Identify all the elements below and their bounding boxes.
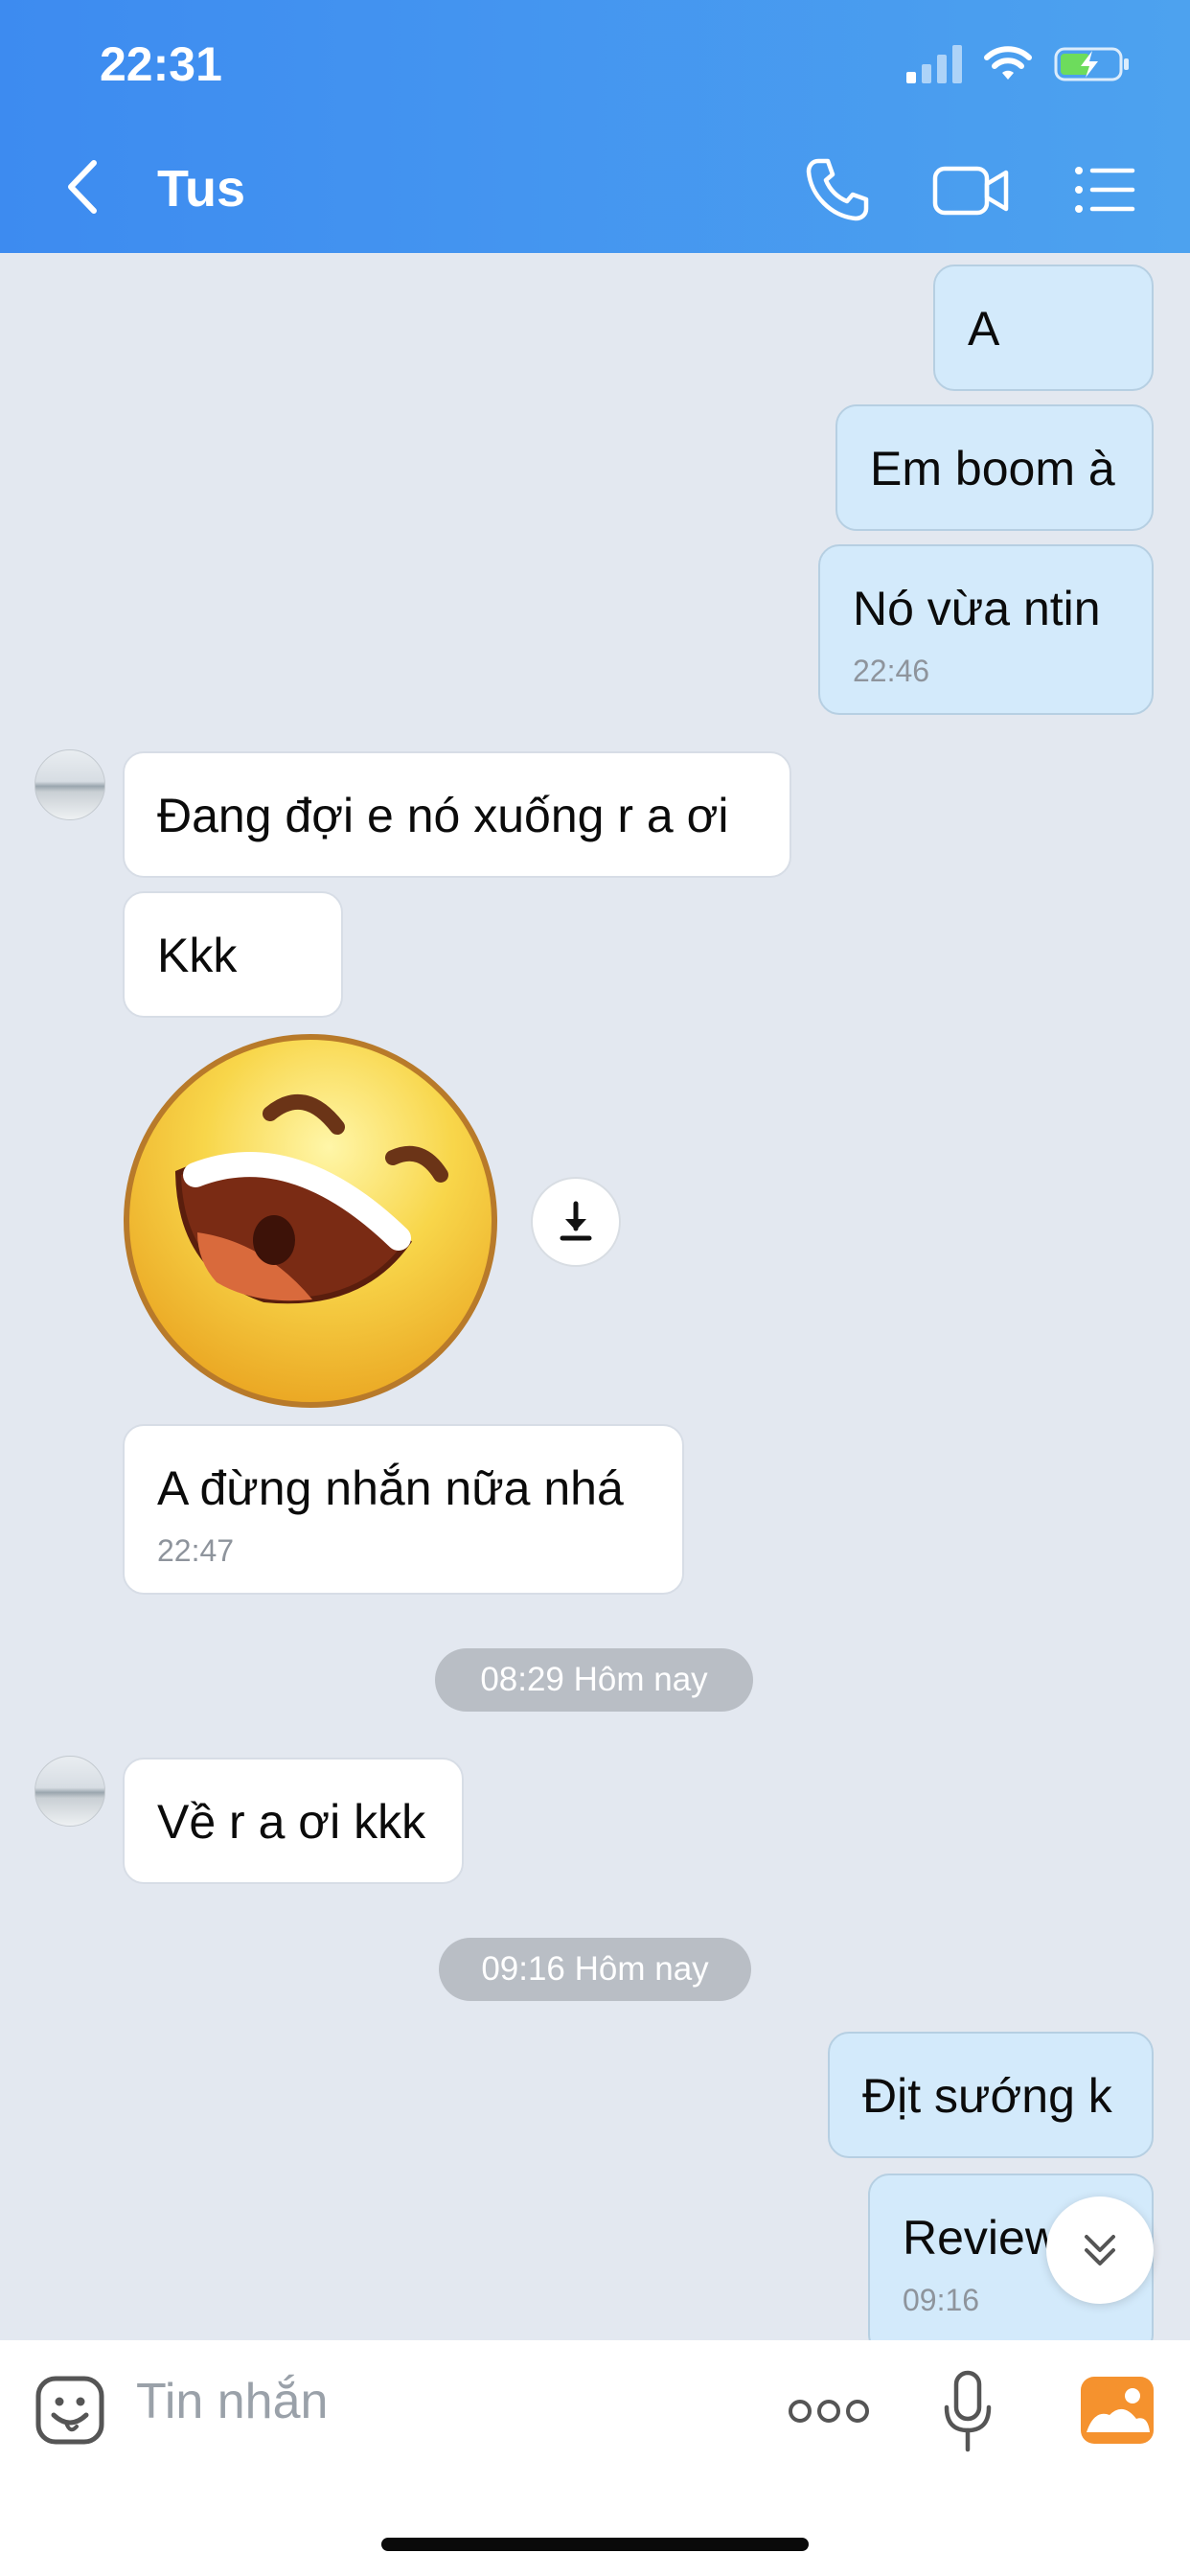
- wifi-icon: [984, 46, 1032, 80]
- sticker-icon: [35, 2376, 104, 2445]
- message-text: A đừng nhắn nữa nhá: [157, 1461, 624, 1515]
- menu-list-icon: [1075, 167, 1135, 213]
- more-options-icon: [789, 2400, 869, 2423]
- photo-gallery-button[interactable]: [1081, 2377, 1154, 2444]
- message-list[interactable]: A Em boom à Nó vừa ntin 22:46 Đang đợi e…: [0, 253, 1190, 2340]
- laughing-face-sticker[interactable]: [121, 1031, 500, 1411]
- status-icons: [906, 42, 1131, 86]
- scroll-to-bottom-button[interactable]: [1046, 2196, 1154, 2304]
- incoming-message[interactable]: Đang đợi e nó xuống r a ơi: [123, 751, 791, 878]
- outgoing-message[interactable]: A: [933, 264, 1154, 391]
- date-divider: 09:16 Hôm nay: [439, 1938, 751, 2001]
- status-time: 22:31: [100, 37, 222, 91]
- message-text: Địt sướng k: [862, 2069, 1112, 2123]
- video-call-button[interactable]: [931, 153, 1012, 226]
- message-text: Em boom à: [870, 442, 1115, 495]
- date-divider: 08:29 Hôm nay: [435, 1648, 753, 1712]
- message-text: Nó vừa ntin: [853, 582, 1101, 635]
- home-indicator: [381, 2538, 809, 2551]
- microphone-icon: [944, 2370, 992, 2452]
- outgoing-message[interactable]: Nó vừa ntin 22:46: [818, 544, 1154, 715]
- chat-header: 22:31 Tus: [0, 0, 1190, 253]
- photo-gallery-icon: [1081, 2377, 1154, 2444]
- outgoing-message[interactable]: Em boom à: [835, 404, 1154, 531]
- sticker-button[interactable]: [34, 2375, 105, 2446]
- signal-icon: [906, 45, 962, 83]
- message-text: A: [968, 302, 1000, 356]
- incoming-message[interactable]: A đừng nhắn nữa nhá 22:47: [123, 1424, 684, 1595]
- voice-message-button[interactable]: [941, 2369, 995, 2455]
- avatar[interactable]: [34, 749, 105, 820]
- incoming-message[interactable]: Về r a ơi kkk: [123, 1758, 464, 1884]
- outgoing-message[interactable]: Địt sướng k: [828, 2032, 1154, 2158]
- avatar[interactable]: [34, 1756, 105, 1827]
- phone-icon: [806, 158, 869, 221]
- more-options-button[interactable]: [786, 2394, 872, 2428]
- incoming-message[interactable]: Kkk: [123, 891, 343, 1018]
- download-icon: [560, 1201, 592, 1241]
- message-input[interactable]: Tin nhắn: [136, 2373, 328, 2430]
- voice-call-button[interactable]: [801, 153, 874, 226]
- back-button[interactable]: [54, 153, 111, 220]
- back-chevron-icon: [68, 160, 97, 214]
- download-button[interactable]: [531, 1177, 621, 1267]
- battery-charging-icon: [1054, 47, 1129, 81]
- message-text: Đang đợi e nó xuống r a ơi: [157, 789, 729, 842]
- message-timestamp: 22:47: [157, 1533, 235, 1568]
- double-chevron-down-icon: [1085, 2235, 1115, 2266]
- menu-button[interactable]: [1071, 153, 1138, 226]
- contact-name[interactable]: Tus: [157, 159, 245, 218]
- message-text: Về r a ơi kkk: [157, 1795, 426, 1849]
- video-call-icon: [932, 166, 1009, 216]
- message-text: Kkk: [157, 929, 238, 982]
- message-timestamp: 22:46: [853, 654, 930, 688]
